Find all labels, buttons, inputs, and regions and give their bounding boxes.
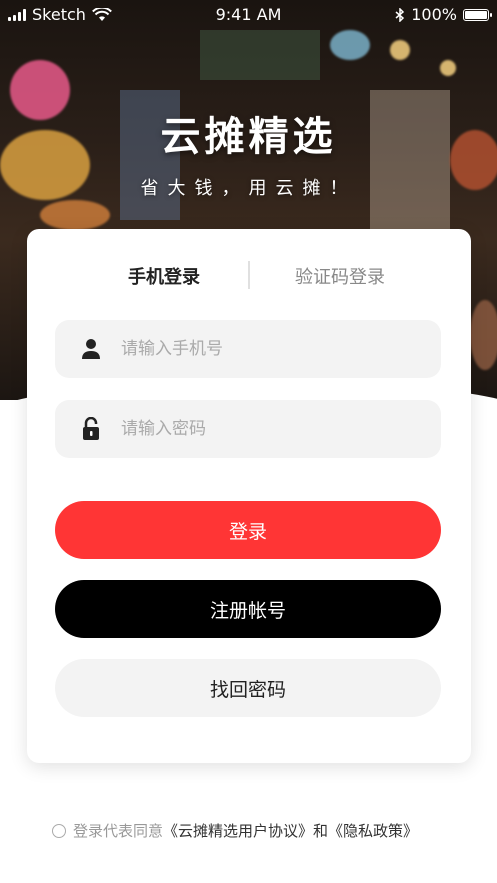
tab-phone-login[interactable]: 手机登录 <box>128 263 200 289</box>
hero-decoration <box>200 30 320 80</box>
password-field[interactable] <box>55 400 441 458</box>
hero-decoration <box>440 60 456 76</box>
privacy-policy-link[interactable]: 《隐私政策》 <box>328 820 418 841</box>
password-input[interactable] <box>119 418 403 440</box>
user-agreement-link[interactable]: 《云摊精选用户协议》 <box>163 820 313 841</box>
app-slogan: 省大钱，用云摊！ <box>140 178 357 199</box>
login-card: 手机登录 验证码登录 登录 注册帐号 找回密码 <box>27 229 471 763</box>
phone-input[interactable] <box>119 338 403 360</box>
status-bar: Sketch 9:41 AM 100% <box>0 0 497 30</box>
tab-code-login[interactable]: 验证码登录 <box>295 263 385 289</box>
register-button[interactable]: 注册帐号 <box>55 580 441 638</box>
login-button[interactable]: 登录 <box>55 501 441 559</box>
recover-password-button[interactable]: 找回密码 <box>55 659 441 717</box>
battery-icon <box>463 8 492 21</box>
login-tabs: 手机登录 验证码登录 <box>27 259 471 291</box>
battery-percent: 100% <box>411 5 457 24</box>
tab-divider <box>248 261 250 289</box>
hero-decoration <box>470 300 497 370</box>
phone-field[interactable] <box>55 320 441 378</box>
agreement-radio[interactable] <box>52 823 66 838</box>
lock-icon <box>79 417 103 441</box>
agreement-prefix: 登录代表同意 <box>73 822 164 840</box>
bluetooth-icon <box>395 7 405 22</box>
app-title: 云摊精选 <box>160 114 337 160</box>
hero-decoration <box>330 30 370 60</box>
user-icon <box>79 337 103 361</box>
agreement-row: 登录代表同意 《云摊精选用户协议》 和 《隐私政策》 <box>52 820 418 841</box>
agreement-and: 和 <box>313 822 329 840</box>
hero-decoration <box>40 200 110 230</box>
hero-decoration <box>390 40 410 60</box>
battery-fill <box>465 10 487 19</box>
